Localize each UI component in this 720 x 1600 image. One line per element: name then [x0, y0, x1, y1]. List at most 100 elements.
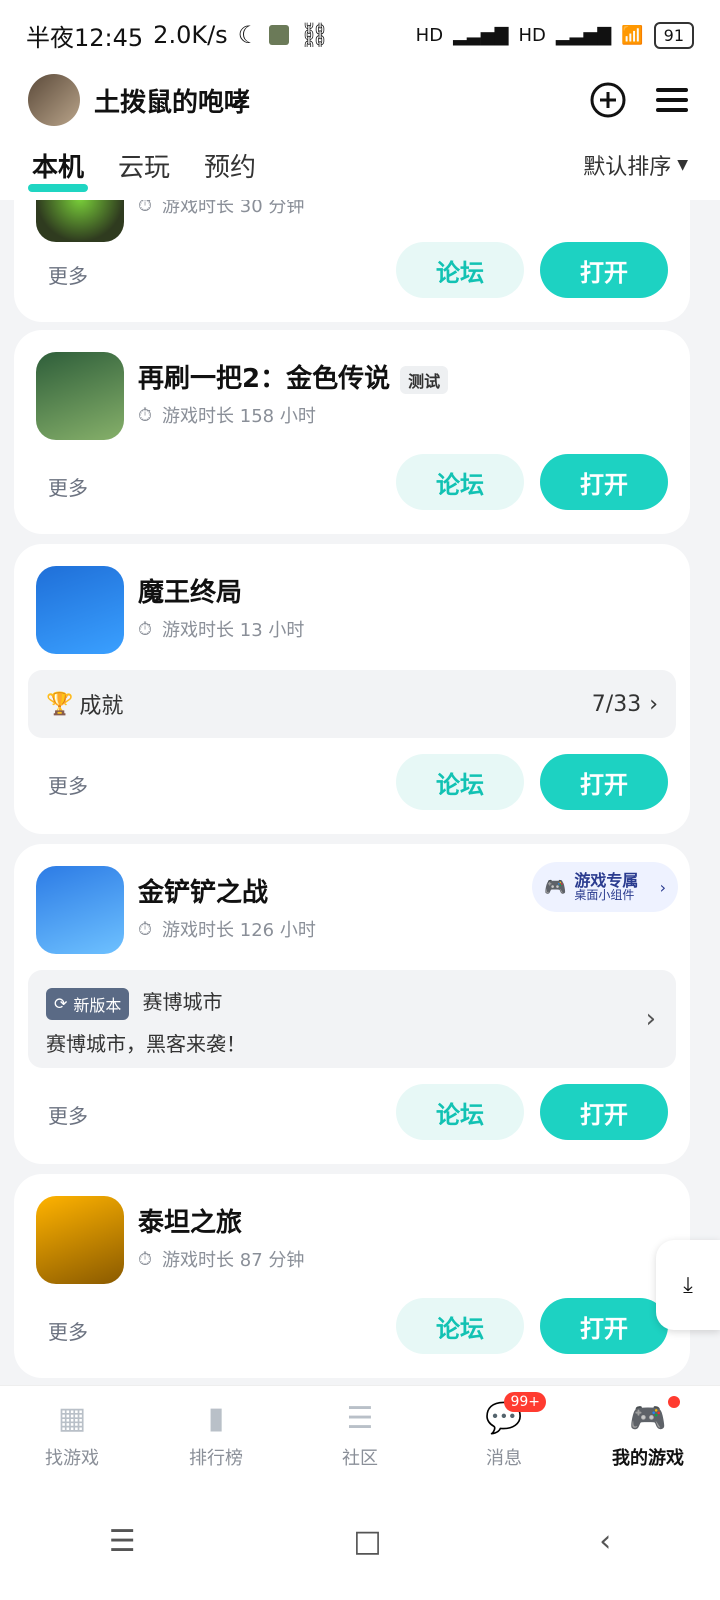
game-title: 泰坦之旅: [138, 1208, 243, 1238]
nav-messages[interactable]: 💬 99+ 消息: [432, 1386, 576, 1484]
playtime-text: 游戏时长 87 分钟: [162, 1250, 305, 1271]
game-title: 再刷一把2：金色传说 测试: [138, 358, 449, 395]
achievement-label: 成就: [79, 694, 124, 719]
menu-button[interactable]: [652, 80, 692, 120]
achievement-row[interactable]: 🏆 成就 7/33 ›: [28, 670, 676, 738]
achievement-progress-text: 7/33: [591, 691, 642, 717]
avatar[interactable]: [28, 74, 80, 126]
hd-label-2: HD: [518, 24, 546, 46]
ranking-icon: ▮: [207, 1400, 225, 1436]
find-games-icon: ▦: [57, 1400, 87, 1436]
hamburger-icon: [656, 88, 688, 112]
system-navigation: ☰ □ ‹: [0, 1483, 720, 1600]
open-button[interactable]: 打开: [540, 454, 668, 510]
nav-find-games[interactable]: ▦ 找游戏: [0, 1386, 144, 1484]
battery-indicator: 91: [653, 21, 694, 49]
status-bar: 半夜12:45 2.0K/s ☾ ⛓ HD ▂▃▅▇ HD ▂▃▅▇ 📶 91: [0, 0, 720, 70]
nav-label: 我的游戏: [612, 1447, 684, 1469]
open-button[interactable]: 打开: [540, 1084, 668, 1140]
moon-icon: ☾: [237, 21, 260, 49]
add-button[interactable]: [588, 80, 628, 120]
app-thumb-icon: [269, 25, 290, 45]
refresh-icon: ⟳: [54, 994, 68, 1013]
playtime-text: 游戏时长 158 小时: [162, 406, 316, 427]
game-title: 金铲铲之战: [138, 878, 269, 908]
game-icon-taitan: [36, 1196, 124, 1284]
wifi-icon: 📶: [621, 24, 644, 46]
more-link[interactable]: 更多: [48, 1100, 88, 1129]
status-speed: 2.0K/s: [153, 21, 228, 49]
signal-icon-2: ▂▃▅▇: [555, 24, 612, 46]
signal-icon-1: ▂▃▅▇: [453, 24, 509, 46]
tab-bar: 本机 云玩 预约 默认排序 ▼: [0, 130, 720, 200]
user-name: 土拨鼠的咆哮: [94, 87, 251, 118]
forum-button[interactable]: 论坛: [396, 1298, 524, 1354]
more-link[interactable]: 更多: [48, 1316, 88, 1345]
nav-label: 消息: [486, 1447, 522, 1469]
nav-ranking[interactable]: ▮ 排行榜: [144, 1386, 288, 1484]
update-desc: 赛博城市，黑客来袭！: [46, 1031, 246, 1056]
nav-label: 社区: [342, 1447, 378, 1469]
nav-community[interactable]: ☰ 社区: [288, 1386, 432, 1484]
forum-button[interactable]: 论坛: [396, 242, 524, 298]
forum-button[interactable]: 论坛: [396, 454, 524, 510]
stopwatch-icon: ⏱: [138, 404, 153, 426]
more-link[interactable]: 更多: [48, 260, 88, 289]
tab-reserve[interactable]: 预约: [204, 147, 256, 184]
nav-label: 找游戏: [45, 1447, 99, 1469]
download-icon: ⤓: [683, 1272, 693, 1298]
nav-my-games[interactable]: 🎮 我的游戏: [576, 1386, 720, 1484]
bottom-navigation: ▦ 找游戏 ▮ 排行榜 ☰ 社区 💬 99+ 消息 🎮 我的游戏: [0, 1385, 720, 1484]
more-link[interactable]: 更多: [48, 770, 88, 799]
game-title-text: 再刷一把2：金色传说: [138, 364, 391, 394]
tab-cloud[interactable]: 云玩: [118, 147, 170, 184]
link-icon: ⛓: [299, 21, 330, 49]
achievement-progress: 7/33 ›: [592, 692, 658, 717]
stopwatch-icon: ⏱: [138, 1248, 153, 1270]
notification-dot: [668, 1396, 680, 1408]
plus-circle-icon: [590, 82, 626, 118]
game-card-mowang: 魔王终局 ⏱ 游戏时长 13 小时 🏆 成就 7/33 › 更多 论坛 打开: [14, 544, 690, 834]
update-title: 赛博城市: [142, 990, 223, 1014]
new-version-text: 新版本: [73, 995, 122, 1015]
widget-sub-label: 桌面小组件: [574, 888, 635, 903]
game-icon-jinchan: [36, 866, 124, 954]
caret-down-icon: ▼: [677, 157, 688, 173]
game-card-partial: ⏱ 游戏时长 30 分钟 更多 论坛 打开: [14, 200, 690, 322]
open-button[interactable]: 打开: [540, 754, 668, 810]
chevron-right-icon: ›: [645, 1004, 656, 1034]
open-button[interactable]: 打开: [540, 242, 668, 298]
desktop-widget-button[interactable]: 🎮 游戏专属 桌面小组件 ›: [532, 862, 678, 912]
game-icon-partial: [36, 200, 124, 242]
recent-apps-icon[interactable]: ☰: [109, 1524, 136, 1559]
game-card-zaishua: 再刷一把2：金色传说 测试 ⏱ 游戏时长 158 小时 更多 论坛 打开: [14, 330, 690, 534]
game-card-jinchan: 金铲铲之战 🎮 游戏专属 桌面小组件 › ⏱ 游戏时长 126 小时 ⟳ 新版本…: [14, 844, 690, 1164]
download-float-button[interactable]: ⤓: [656, 1240, 720, 1330]
tab-local[interactable]: 本机: [27, 147, 89, 192]
my-games-gamepad-icon: 🎮: [629, 1400, 667, 1436]
forum-button[interactable]: 论坛: [396, 754, 524, 810]
home-icon[interactable]: □: [353, 1524, 381, 1559]
open-button[interactable]: 打开: [540, 1298, 668, 1354]
playtime: ⏱ 游戏时长 87 分钟: [138, 1246, 304, 1272]
trophy-icon: 🏆: [46, 691, 74, 717]
more-link[interactable]: 更多: [48, 472, 88, 501]
game-card-taitan: 泰坦之旅 ⏱ 游戏时长 87 分钟 更多 论坛 打开: [14, 1174, 690, 1378]
sort-label: 默认排序: [583, 155, 672, 180]
stopwatch-icon: ⏱: [138, 918, 153, 940]
update-banner[interactable]: ⟳ 新版本 赛博城市 赛博城市，黑客来袭！ ›: [28, 970, 676, 1068]
playtime: ⏱ 游戏时长 13 小时: [138, 616, 304, 642]
forum-button[interactable]: 论坛: [396, 1084, 524, 1140]
gamepad-icon: 🎮: [544, 876, 567, 898]
playtime: ⏱ 游戏时长 126 小时: [138, 916, 316, 942]
test-tag: 测试: [400, 365, 449, 394]
hd-label-1: HD: [415, 24, 444, 46]
status-time: 半夜12:45: [26, 23, 144, 52]
game-title: 魔王终局: [138, 578, 243, 608]
game-list[interactable]: ⏱ 游戏时长 30 分钟 更多 论坛 打开 再刷一把2：金色传说 测试 ⏱ 游戏时…: [0, 200, 720, 1385]
back-icon[interactable]: ‹: [599, 1524, 611, 1559]
playtime: ⏱ 游戏时长 30 分钟: [138, 200, 304, 218]
sort-dropdown[interactable]: 默认排序 ▼: [583, 149, 688, 181]
chevron-right-icon: ›: [649, 691, 658, 717]
new-version-badge: ⟳ 新版本: [46, 987, 130, 1020]
